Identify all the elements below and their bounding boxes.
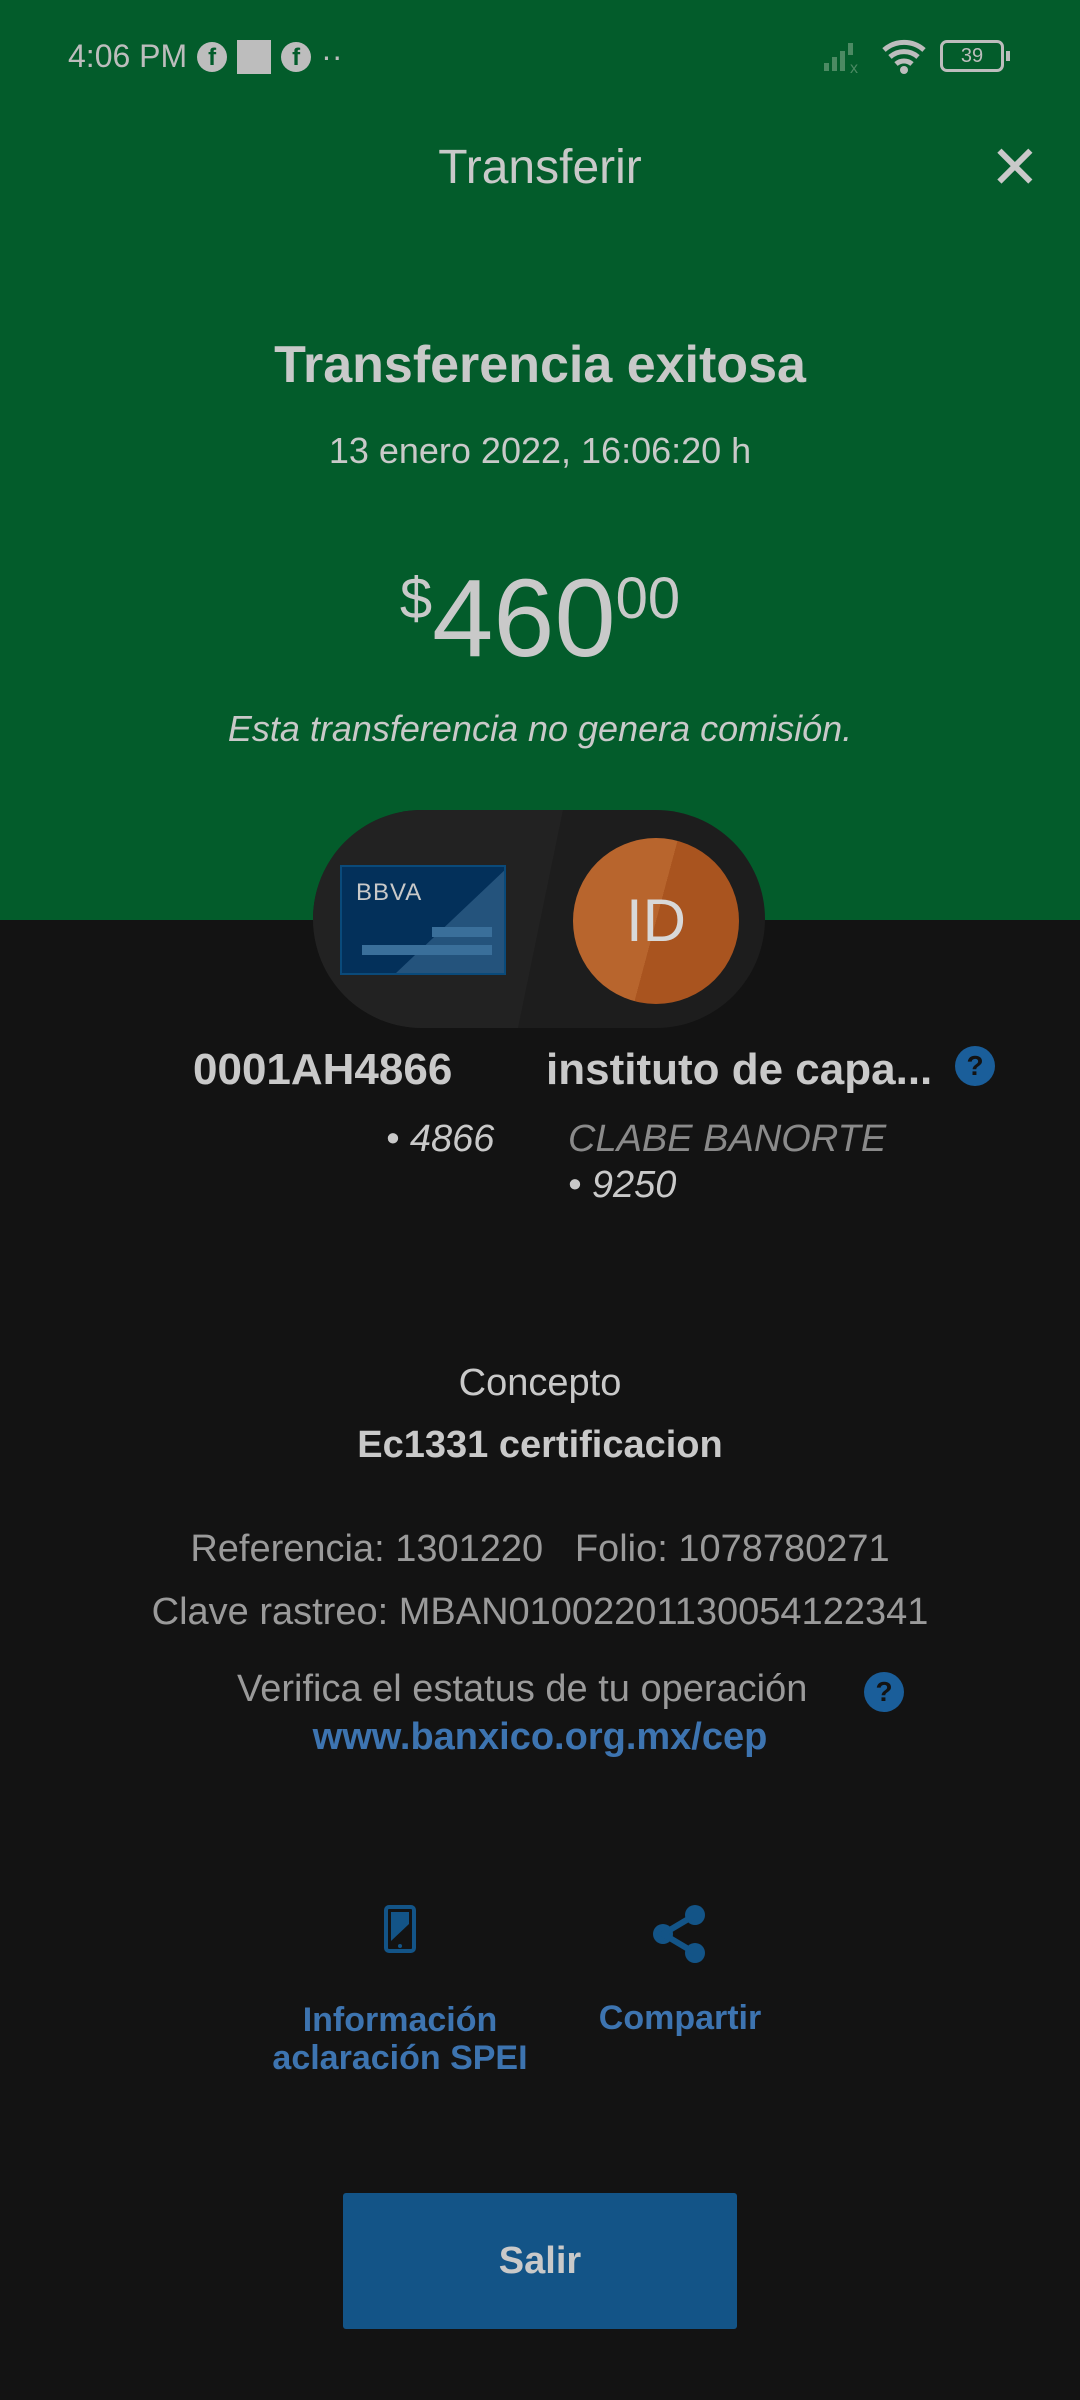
facebook-icon: f [281, 41, 312, 72]
transfer-date: 13 enero 2022, 16:06:20 h [328, 430, 752, 471]
transfer-amount: $46000 [0, 555, 1080, 682]
close-icon[interactable]: ✕ [990, 138, 1040, 198]
spei-info-button[interactable]: Información aclaración SPEI [250, 1905, 550, 2077]
svg-text:x: x [850, 60, 858, 73]
page-title: Transferir [438, 141, 642, 194]
battery-level: 39 [960, 45, 984, 67]
phone-icon [384, 1905, 416, 1953]
status-bar-right: x 39 [824, 38, 1010, 74]
share-button[interactable]: Compartir [580, 1903, 780, 2037]
banxico-link[interactable]: www.banxico.org.mx/cep [0, 1716, 1080, 1759]
bbva-card-icon: BBVA [340, 865, 506, 975]
wifi-icon [882, 39, 926, 74]
verify-text: Verifica el estatus de tu operación [237, 1668, 808, 1710]
status-time: 4:06 PM [68, 38, 188, 74]
spei-info-label-2: aclaración SPEI [272, 2039, 528, 2077]
folio: Folio: 1078780271 [574, 1528, 890, 1570]
tracking-key: Clave rastreo: MBAN01002201130054122341 [151, 1591, 929, 1633]
bbva-logo: BBVA [356, 879, 423, 906]
concept-value: Ec1331 certificacion [357, 1424, 723, 1466]
commission-note: Esta transferencia no genera comisión. [227, 708, 853, 749]
concept-label: Concepto [458, 1362, 622, 1404]
transfer-parties: BBVA ID [313, 810, 765, 1028]
square-icon [237, 39, 272, 74]
amount-integer: 460 [432, 557, 616, 680]
origin-account: 0001AH4866 [193, 1045, 453, 1094]
help-icon[interactable]: ? [955, 1046, 995, 1086]
destination-name: instituto de capa... [546, 1045, 933, 1094]
signal-icon: x [824, 43, 858, 73]
status-bar-left: 4:06 PM f f ·· [68, 38, 342, 75]
battery-icon: 39 [940, 40, 1010, 72]
currency-symbol: $ [399, 566, 433, 631]
share-icon [653, 1905, 705, 1963]
reference-line: Referencia: 1301220 Folio: 1078780271 [0, 1528, 1080, 1571]
share-label: Compartir [598, 1999, 762, 2037]
help-icon[interactable]: ? [864, 1672, 904, 1712]
more-dots-icon: ·· [321, 38, 343, 74]
facebook-icon: f [197, 41, 228, 72]
success-heading: Transferencia exitosa [274, 336, 806, 394]
amount-decimals: 00 [615, 566, 681, 631]
reference: Referencia: 1301220 [190, 1528, 544, 1570]
spei-info-label: Información [302, 2001, 498, 2039]
avatar: ID [573, 838, 739, 1004]
destination-last-digits: • 9250 [568, 1164, 677, 1206]
origin-last-digits: • 4866 [386, 1118, 495, 1160]
destination-bank: CLABE BANORTE [568, 1118, 887, 1160]
exit-button[interactable]: Salir [343, 2193, 737, 2329]
